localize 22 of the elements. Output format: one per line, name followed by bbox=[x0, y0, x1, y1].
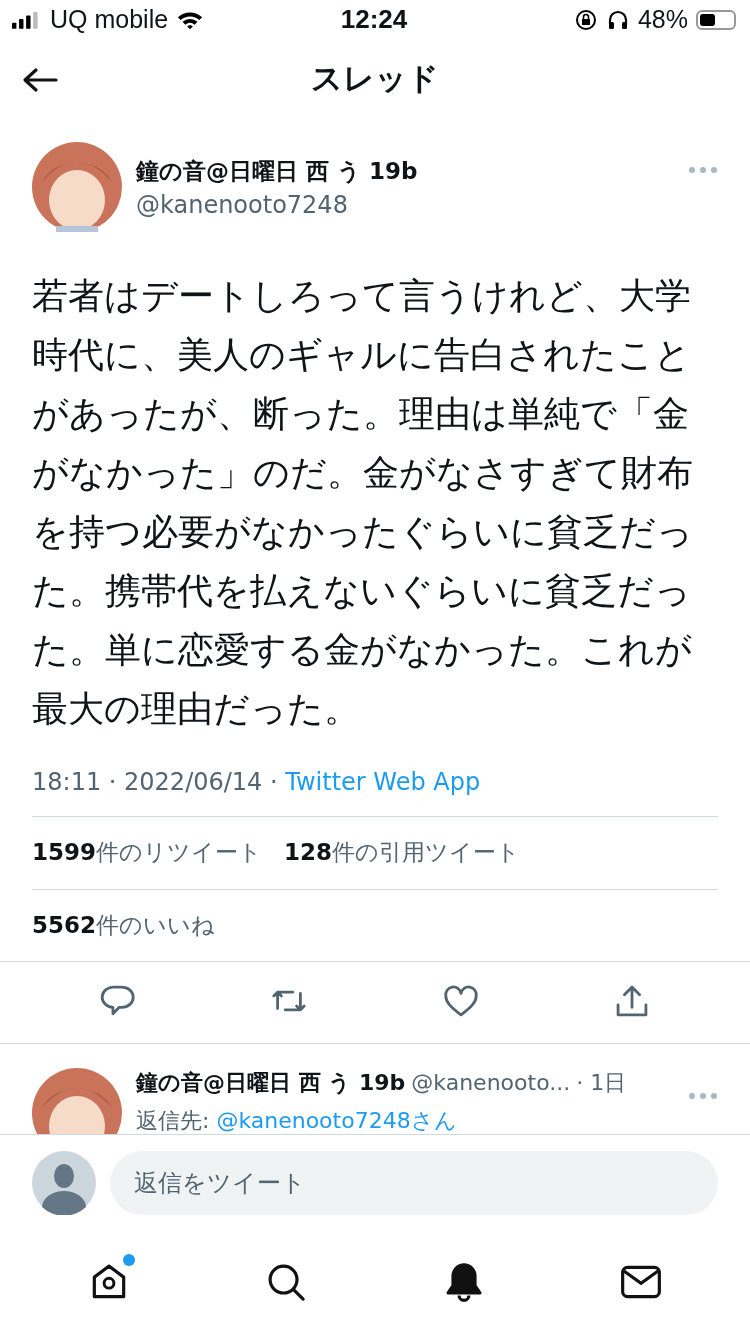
reply-input-field[interactable]: 返信をツイート bbox=[110, 1150, 718, 1215]
user-handle[interactable]: @kanenooto7248 bbox=[136, 190, 688, 219]
screen-title: スレッド bbox=[311, 58, 439, 98]
profile-avatar[interactable] bbox=[32, 1150, 96, 1215]
rotation-lock-icon bbox=[573, 7, 598, 32]
user-name[interactable]: 鐘の音@日曜日 西 う 19b bbox=[136, 1068, 406, 1098]
tweet-text: 若者はデートしろって言うけれど、大学時代に、美人のギャルに告白されたことがあったが、断った。理由は単純で「金がなかった」のだ。金がなさすぎて財布を持つ必要がなかったぐらいに貧乏だった。携帯代を払えないぐらいに貧乏だった。単に恋愛する金がなかった。これが最大の理由だった。 bbox=[32, 274, 694, 732]
stat-count[interactable]: 128件の引用ツイート bbox=[284, 837, 521, 869]
user-name[interactable]: 鐘の音@日曜日 西 う 19b bbox=[136, 155, 688, 187]
tweet-timestamp: 18:11 · 2022/06/14 · bbox=[32, 768, 279, 797]
reply-time: · 1日 bbox=[576, 1069, 627, 1097]
user-handle[interactable]: @kanenooto... bbox=[411, 1070, 571, 1095]
battery-icon bbox=[696, 9, 736, 30]
carrier-name: UQ mobile bbox=[50, 5, 169, 35]
stat-count[interactable]: 1599件のリツイート bbox=[32, 837, 262, 869]
clock-time: 12:24 bbox=[340, 4, 408, 36]
battery-percent: 48% bbox=[637, 5, 688, 35]
like-count[interactable]: 5562件のいいね bbox=[32, 909, 215, 941]
avatar[interactable] bbox=[32, 1068, 122, 1134]
reply-to-label: 返信先: bbox=[136, 1108, 211, 1133]
back-arrow-icon[interactable] bbox=[22, 67, 58, 94]
avatar[interactable] bbox=[32, 142, 122, 233]
